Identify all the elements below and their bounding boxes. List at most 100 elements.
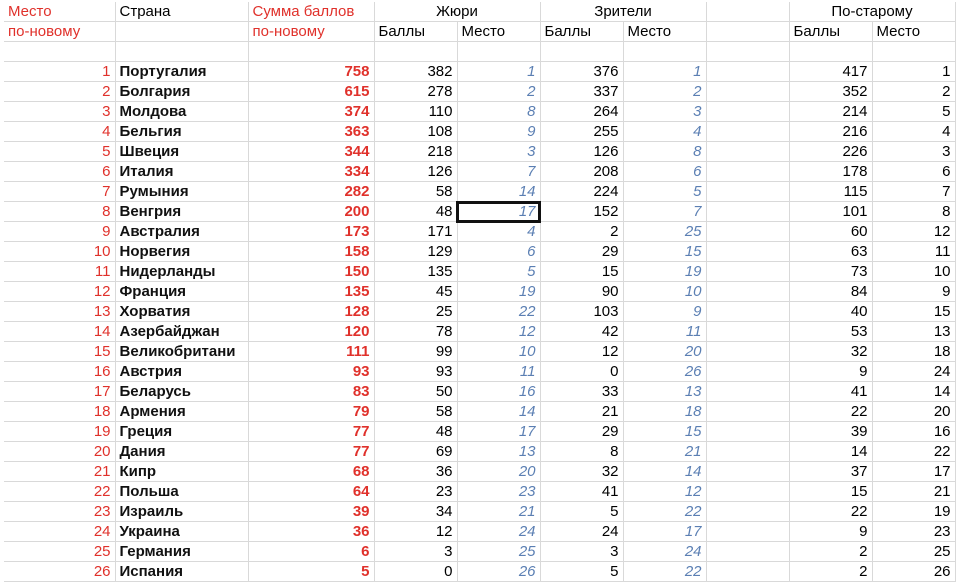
sum-cell[interactable]: 77 xyxy=(248,441,375,462)
country-cell[interactable]: Кипр xyxy=(115,461,249,482)
country-cell[interactable]: Испания xyxy=(115,561,249,582)
empty-cell[interactable] xyxy=(872,41,956,62)
viewers-place-cell[interactable]: 21 xyxy=(623,441,707,462)
old-points-cell[interactable]: 9 xyxy=(789,521,873,542)
sum-cell[interactable]: 374 xyxy=(248,101,375,122)
viewers-points-cell[interactable]: 5 xyxy=(540,501,624,522)
viewers-place-cell[interactable]: 17 xyxy=(623,521,707,542)
blank-cell[interactable] xyxy=(706,81,790,102)
empty-cell[interactable] xyxy=(115,41,249,62)
old-points-cell[interactable]: 73 xyxy=(789,261,873,282)
viewers-points-cell[interactable]: 126 xyxy=(540,141,624,162)
blank-cell[interactable] xyxy=(706,301,790,322)
viewers-place-cell[interactable]: 13 xyxy=(623,381,707,402)
old-points-cell[interactable]: 216 xyxy=(789,121,873,142)
header-jury-points[interactable]: Баллы xyxy=(374,21,458,42)
jury-points-cell[interactable]: 278 xyxy=(374,81,458,102)
header-sum[interactable]: Сумма баллов xyxy=(248,2,375,22)
place-new-cell[interactable]: 15 xyxy=(4,341,116,362)
jury-place-cell[interactable]: 22 xyxy=(457,301,541,322)
old-points-cell[interactable]: 115 xyxy=(789,181,873,202)
blank-cell[interactable] xyxy=(706,361,790,382)
jury-place-cell[interactable]: 21 xyxy=(457,501,541,522)
old-place-cell[interactable]: 22 xyxy=(872,441,956,462)
empty-cell[interactable] xyxy=(789,41,873,62)
place-new-cell[interactable]: 7 xyxy=(4,181,116,202)
jury-points-cell[interactable]: 126 xyxy=(374,161,458,182)
jury-place-cell[interactable]: 1 xyxy=(457,61,541,82)
jury-points-cell[interactable]: 110 xyxy=(374,101,458,122)
jury-points-cell[interactable]: 3 xyxy=(374,541,458,562)
old-place-cell[interactable]: 23 xyxy=(872,521,956,542)
viewers-points-cell[interactable]: 3 xyxy=(540,541,624,562)
viewers-place-cell[interactable]: 22 xyxy=(623,501,707,522)
old-points-cell[interactable]: 14 xyxy=(789,441,873,462)
jury-points-cell[interactable]: 78 xyxy=(374,321,458,342)
old-place-cell[interactable]: 19 xyxy=(872,501,956,522)
jury-points-cell[interactable]: 58 xyxy=(374,181,458,202)
sum-cell[interactable]: 200 xyxy=(248,201,375,222)
viewers-points-cell[interactable]: 29 xyxy=(540,421,624,442)
sum-cell[interactable]: 120 xyxy=(248,321,375,342)
blank-cell[interactable] xyxy=(706,161,790,182)
header-blank[interactable] xyxy=(706,2,790,22)
header-viewers-place[interactable]: Место xyxy=(623,21,707,42)
header-jury[interactable]: Жюри xyxy=(374,2,541,22)
old-points-cell[interactable]: 39 xyxy=(789,421,873,442)
viewers-points-cell[interactable]: 41 xyxy=(540,481,624,502)
jury-place-cell[interactable]: 7 xyxy=(457,161,541,182)
jury-place-cell[interactable]: 11 xyxy=(457,361,541,382)
old-place-cell[interactable]: 3 xyxy=(872,141,956,162)
old-place-cell[interactable]: 20 xyxy=(872,401,956,422)
jury-points-cell[interactable]: 23 xyxy=(374,481,458,502)
header-country-2[interactable] xyxy=(115,21,249,42)
sum-cell[interactable]: 282 xyxy=(248,181,375,202)
country-cell[interactable]: Великобритани xyxy=(115,341,249,362)
blank-cell[interactable] xyxy=(706,421,790,442)
viewers-place-cell[interactable]: 4 xyxy=(623,121,707,142)
viewers-place-cell[interactable]: 7 xyxy=(623,201,707,222)
jury-points-cell[interactable]: 12 xyxy=(374,521,458,542)
viewers-points-cell[interactable]: 24 xyxy=(540,521,624,542)
empty-cell[interactable] xyxy=(540,41,624,62)
old-place-cell[interactable]: 11 xyxy=(872,241,956,262)
old-points-cell[interactable]: 37 xyxy=(789,461,873,482)
sum-cell[interactable]: 39 xyxy=(248,501,375,522)
old-points-cell[interactable]: 9 xyxy=(789,361,873,382)
viewers-points-cell[interactable]: 42 xyxy=(540,321,624,342)
jury-points-cell[interactable]: 218 xyxy=(374,141,458,162)
country-cell[interactable]: Португалия xyxy=(115,61,249,82)
country-cell[interactable]: Молдова xyxy=(115,101,249,122)
jury-place-cell[interactable]: 8 xyxy=(457,101,541,122)
old-place-cell[interactable]: 18 xyxy=(872,341,956,362)
viewers-place-cell[interactable]: 3 xyxy=(623,101,707,122)
jury-points-cell[interactable]: 382 xyxy=(374,61,458,82)
place-new-cell[interactable]: 1 xyxy=(4,61,116,82)
old-points-cell[interactable]: 84 xyxy=(789,281,873,302)
jury-place-cell[interactable]: 26 xyxy=(457,561,541,582)
sum-cell[interactable]: 77 xyxy=(248,421,375,442)
old-points-cell[interactable]: 22 xyxy=(789,401,873,422)
jury-points-cell[interactable]: 93 xyxy=(374,361,458,382)
old-points-cell[interactable]: 53 xyxy=(789,321,873,342)
viewers-place-cell[interactable]: 15 xyxy=(623,241,707,262)
blank-cell[interactable] xyxy=(706,221,790,242)
old-place-cell[interactable]: 4 xyxy=(872,121,956,142)
blank-cell[interactable] xyxy=(706,321,790,342)
jury-place-cell[interactable]: 13 xyxy=(457,441,541,462)
viewers-points-cell[interactable]: 208 xyxy=(540,161,624,182)
viewers-points-cell[interactable]: 33 xyxy=(540,381,624,402)
header-viewers-points[interactable]: Баллы xyxy=(540,21,624,42)
blank-cell[interactable] xyxy=(706,481,790,502)
viewers-points-cell[interactable]: 12 xyxy=(540,341,624,362)
jury-place-cell[interactable]: 23 xyxy=(457,481,541,502)
place-new-cell[interactable]: 6 xyxy=(4,161,116,182)
empty-cell[interactable] xyxy=(374,41,458,62)
jury-place-cell[interactable]: 12 xyxy=(457,321,541,342)
header-country[interactable]: Страна xyxy=(115,2,249,22)
header-old[interactable]: По-старому xyxy=(789,2,956,22)
country-cell[interactable]: Швеция xyxy=(115,141,249,162)
old-place-cell[interactable]: 24 xyxy=(872,361,956,382)
old-place-cell[interactable]: 13 xyxy=(872,321,956,342)
country-cell[interactable]: Румыния xyxy=(115,181,249,202)
